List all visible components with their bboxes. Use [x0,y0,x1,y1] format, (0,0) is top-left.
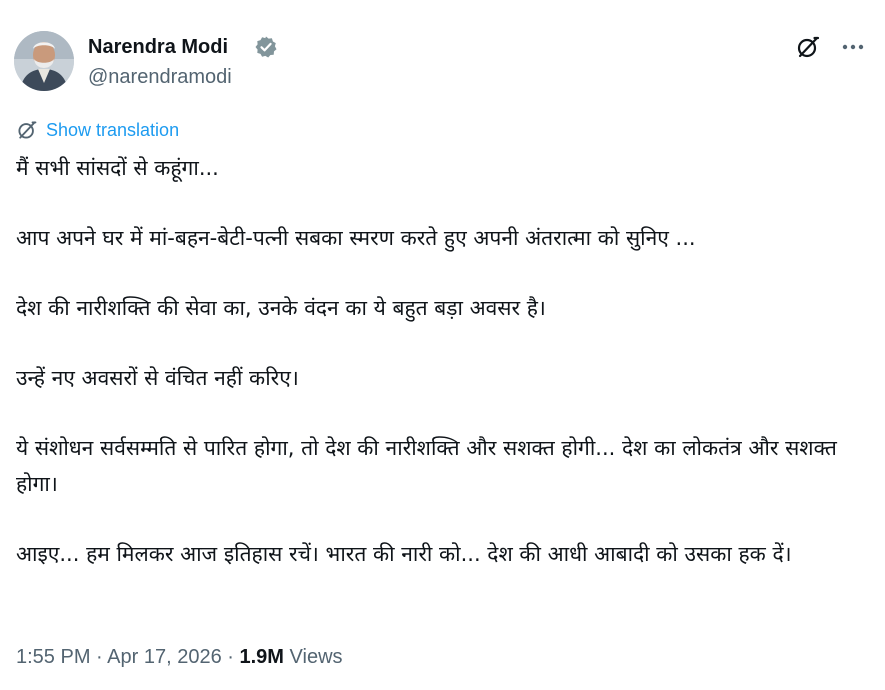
verified-badge-icon[interactable] [254,35,278,59]
translate-icon [18,121,37,139]
grok-button[interactable] [795,34,821,60]
avatar-image [14,31,74,91]
more-options-button[interactable] [841,35,865,59]
tweet-meta: 1:55 PM · Apr 17, 2026 · 1.9M Views [16,644,343,670]
tweet-date[interactable]: Apr 17, 2026 [107,646,222,668]
tweet-paragraph: मैं सभी सांसदों से कहूंगा... [16,156,219,180]
author-display-name[interactable]: Narendra Modi [88,34,228,60]
show-translation-link[interactable]: Show translation [16,118,179,142]
meta-separator: · [227,646,234,668]
author-handle[interactable]: @narendramodi [88,64,232,90]
show-translation-label[interactable]: Show translation [46,120,179,141]
grok-icon [797,36,820,58]
tweet-paragraph: देश की नारीशक्ति की सेवा का, उनके वंदन क… [16,296,546,320]
tweet-paragraph: आइए... हम मिलकर आज इतिहास रचें। भारत की … [16,542,792,566]
tweet-body: मैं सभी सांसदों से कहूंगा... आप अपने घर … [16,150,868,606]
tweet-time[interactable]: 1:55 PM [16,646,90,668]
tweet-paragraph: उन्हें नए अवसरों से वंचित नहीं करिए। [16,366,299,390]
tweet-paragraph: ये संशोधन सर्वसम्मति से पारित होगा, तो द… [16,436,837,496]
tweet-actions-top [795,32,865,62]
avatar[interactable] [14,31,74,91]
tweet: Narendra Modi @narendramodi Show transla… [0,0,885,690]
views-label[interactable]: Views [290,646,343,668]
more-options-icon [842,44,864,50]
views-count[interactable]: 1.9M [240,646,284,668]
meta-separator: · [96,646,103,668]
tweet-paragraph: आप अपने घर में मां-बहन-बेटी-पत्नी सबका स… [16,226,696,250]
